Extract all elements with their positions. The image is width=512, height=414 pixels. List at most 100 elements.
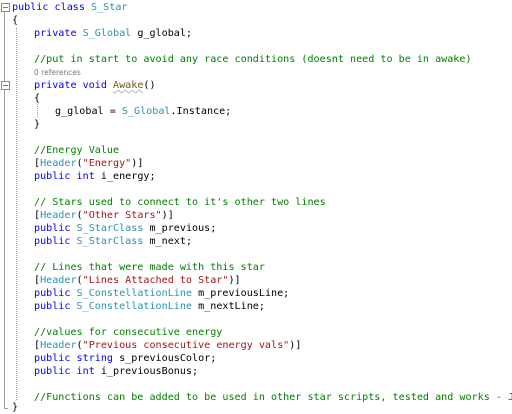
code-token: S_Star [91,2,128,13]
code-line[interactable]: { [0,14,512,27]
code-line[interactable]: // Stars used to connect to it's other t… [0,196,512,209]
code-editor[interactable]: − − public class S_Star{private S_Global… [0,0,512,413]
code-token: "Other Stars" [82,210,162,221]
code-token: )] [289,340,302,351]
code-token: private void [34,80,114,91]
code-text: [Header("Lines Attached to Star")] [34,274,241,287]
code-line[interactable]: } [0,401,512,414]
code-line[interactable]: [Header("Other Stars")] [0,209,512,222]
code-line[interactable]: public S_ConstellationLine m_nextLine; [0,300,512,313]
code-token: S_StarClass [76,223,144,234]
code-text: private S_Global g_global; [34,27,192,40]
code-token: public string [34,353,120,364]
code-line[interactable]: [Header("Lines Attached to Star")] [0,274,512,287]
code-token: } [12,402,19,413]
code-token: S_Global [121,106,171,117]
code-token: public [34,301,77,312]
code-token: () [143,80,156,91]
code-token: { [34,93,41,104]
code-token: m_next; [143,236,193,247]
code-line[interactable]: public S_StarClass m_next; [0,235,512,248]
code-token: public class [12,2,92,13]
code-line[interactable]: //put in start to avoid any race conditi… [0,53,512,66]
code-token: S_Global [82,28,132,39]
code-text: { [34,92,40,105]
code-token: // Stars used to connect to it's other t… [34,197,326,208]
code-text: // Lines that were made with this star [34,261,265,274]
code-line[interactable]: } [0,118,512,131]
code-token: public int [34,366,101,377]
code-line[interactable]: [Header("Energy")] [0,157,512,170]
code-token: public [34,223,77,234]
code-text: g_global = S_Global.Instance; [55,105,231,118]
code-token: S_ConstellationLine [76,288,193,299]
code-line[interactable]: // Lines that were made with this star [0,261,512,274]
code-token: m_nextLine; [192,301,265,312]
code-token: )] [131,158,144,169]
code-text: //put in start to avoid any race conditi… [34,53,472,66]
code-token: "Previous consecutive energy vals" [82,340,290,351]
code-text: public class S_Star [12,1,127,14]
code-text: { [12,14,18,27]
code-text: private void Awake() [34,79,156,92]
code-token: public [34,236,77,247]
code-text: public string s_previousColor; [34,352,216,365]
code-line[interactable]: public S_ConstellationLine m_previousLin… [0,287,512,300]
code-line[interactable]: { [0,92,512,105]
code-token: Header [40,210,77,221]
code-token: Header [40,275,77,286]
code-token: "Energy" [82,158,132,169]
code-token: .Instance; [170,106,232,117]
code-line[interactable]: public int i_energy; [0,170,512,183]
code-token: //put in start to avoid any race conditi… [34,54,472,65]
code-token: i_energy; [100,171,156,182]
code-text: public S_ConstellationLine m_nextLine; [34,300,265,313]
code-token: //Energy Value [34,145,120,156]
code-text: public S_StarClass m_next; [34,235,192,248]
codelens-references[interactable]: 0 references [0,68,512,77]
code-token: m_previousLine; [192,288,290,299]
code-token: S_StarClass [76,236,144,247]
code-token: { [12,15,19,26]
code-line[interactable]: public class S_Star [0,1,512,14]
code-text: public S_StarClass m_previous; [34,222,216,235]
code-token: )] [161,210,174,221]
code-token: S_ConstellationLine [76,301,193,312]
code-text: public int i_energy; [34,170,156,183]
code-line[interactable]: private S_Global g_global; [0,27,512,40]
code-token: private [34,28,83,39]
code-token: public int [34,171,101,182]
code-token: } [34,119,41,130]
code-token: Awake [113,80,144,91]
code-line[interactable]: public string s_previousColor; [0,352,512,365]
code-line[interactable]: private void Awake() [0,79,512,92]
code-token: //values for consecutive energy [34,327,223,338]
code-text: } [12,401,18,414]
code-text: //Energy Value [34,144,119,157]
code-token: Header [40,340,77,351]
code-token: Header [40,158,77,169]
code-token: // Lines that were made with this star [34,262,265,273]
code-text: //values for consecutive energy [34,326,222,339]
code-token: "Lines Attached to Star" [82,275,229,286]
code-token: )] [228,275,241,286]
code-line[interactable]: //Energy Value [0,144,512,157]
code-line[interactable]: //values for consecutive energy [0,326,512,339]
code-line[interactable]: [Header("Previous consecutive energy val… [0,339,512,352]
code-text: [Header("Other Stars")] [34,209,174,222]
code-line[interactable]: public int i_previousBonus; [0,365,512,378]
code-text: [Header("Energy")] [34,157,143,170]
code-token: g_global; [131,28,193,39]
code-text: public int i_previousBonus; [34,365,198,378]
code-token: public [34,288,77,299]
code-line[interactable]: public S_StarClass m_previous; [0,222,512,235]
code-line[interactable]: g_global = S_Global.Instance; [0,105,512,118]
code-text: } [34,118,40,131]
code-token: m_previous; [143,223,217,234]
code-text: [Header("Previous consecutive energy val… [34,339,301,352]
code-text: // Stars used to connect to it's other t… [34,196,326,209]
code-token: i_previousBonus; [100,366,199,377]
code-text: public S_ConstellationLine m_previousLin… [34,287,289,300]
code-token: s_previousColor; [119,353,217,364]
code-token: g_global = [55,106,122,117]
